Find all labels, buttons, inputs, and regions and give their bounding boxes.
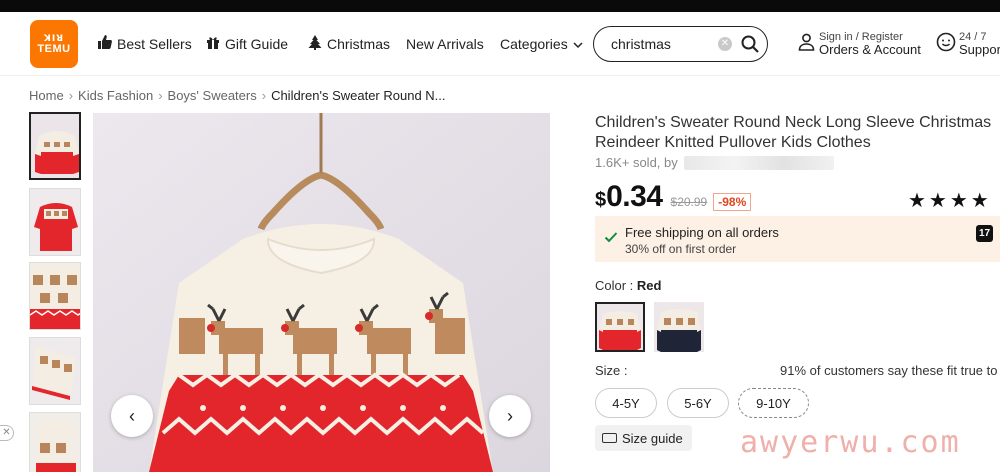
nav-christmas-label: Christmas (327, 36, 391, 52)
logo-mark: ꓘꓲꓤ (43, 33, 65, 43)
free-shipping-text: Free shipping on all orders (625, 225, 779, 240)
sold-count: 1.6K+ sold, by (595, 155, 1000, 170)
nav-christmas[interactable]: Christmas (308, 12, 390, 76)
color-swatch-red[interactable] (595, 302, 645, 352)
rating-stars[interactable]: ★★★★ (908, 188, 992, 213)
size-option-label: 4-5Y (612, 395, 640, 411)
color-selected-value: Red (636, 278, 662, 293)
color-swatch-navy[interactable] (654, 302, 704, 352)
breadcrumb-boys-sweaters[interactable]: Boys' Sweaters (168, 88, 257, 103)
breadcrumb-separator-icon: › (68, 88, 74, 103)
current-price: 0.34 (606, 180, 663, 213)
color-label: Color : Red (595, 278, 661, 293)
chevron-down-icon (573, 36, 583, 52)
temu-logo[interactable]: ꓘꓲꓤ TEMU (30, 20, 78, 68)
search-input[interactable]: christmas ✕ (593, 26, 768, 62)
countdown-badge: 17 (976, 225, 993, 242)
thumbnail-2[interactable] (29, 188, 81, 256)
chevron-right-icon: › (507, 405, 513, 426)
chevron-left-icon: ‹ (129, 405, 135, 426)
search-icon[interactable] (740, 34, 760, 54)
account-menu[interactable]: Sign in / Register Orders & Account (798, 32, 921, 57)
original-price: $20.99 (670, 195, 708, 209)
image-prev-button[interactable]: ‹ (111, 395, 153, 437)
account-orders-label: Orders & Account (819, 42, 921, 57)
shipping-banner: Free shipping on all orders 30% off on f… (595, 216, 1000, 262)
breadcrumb-home[interactable]: Home (29, 88, 64, 103)
thumbnail-1[interactable] (29, 112, 81, 180)
currency-symbol: $ (595, 189, 607, 211)
clear-search-icon[interactable]: ✕ (718, 37, 732, 51)
sold-count-label: 1.6K+ sold, by (595, 155, 678, 170)
close-side-panel-icon[interactable]: ✕ (0, 425, 14, 441)
breadcrumb-kids-fashion[interactable]: Kids Fashion (78, 88, 153, 103)
nav-new-arrivals-label: New Arrivals (406, 36, 484, 52)
nav-best-sellers[interactable]: Best Sellers (97, 12, 192, 76)
breadcrumb-current: Children's Sweater Round N... (271, 88, 446, 103)
support-icon (936, 32, 956, 57)
nav-gift-guide[interactable]: Gift Guide (206, 12, 288, 76)
size-option-9-10y[interactable]: 9-10Y (738, 388, 809, 418)
nav-new-arrivals[interactable]: New Arrivals (406, 12, 484, 76)
breadcrumb-separator-icon: › (261, 88, 267, 103)
fit-true-to-size-note: 91% of customers say these fit true to s… (780, 363, 1000, 378)
product-title-line-1: Children's Sweater Round Neck Long Sleev… (595, 114, 992, 131)
blurred-seller-name (683, 155, 834, 170)
user-icon (798, 33, 815, 56)
image-next-button[interactable]: › (489, 395, 531, 437)
size-option-label: 5-6Y (684, 395, 712, 411)
product-title-line-2: Reindeer Knitted Pullover Kids Clothes (595, 134, 871, 151)
price-row: $ 0.34 $20.99 -98% (595, 180, 752, 214)
main-product-image[interactable] (93, 113, 550, 472)
site-header: ꓘꓲꓤ TEMU Best Sellers Gift Guide Christm… (0, 12, 1000, 76)
christmas-tree-icon (308, 34, 322, 54)
first-order-discount-text: 30% off on first order (625, 242, 737, 256)
thumbs-up-icon (97, 35, 112, 53)
nav-categories[interactable]: Categories (500, 12, 583, 76)
breadcrumb-separator-icon: › (158, 88, 163, 103)
size-guide-button[interactable]: Size guide (595, 425, 692, 451)
top-black-bar (0, 0, 1000, 12)
nav-gift-guide-label: Gift Guide (225, 36, 289, 52)
nav-best-sellers-label: Best Sellers (117, 36, 192, 52)
size-option-label: 9-10Y (756, 395, 791, 411)
size-option-5-6y[interactable]: 5-6Y (667, 388, 729, 418)
nav-categories-label: Categories (500, 36, 568, 52)
logo-text: TEMU (37, 43, 71, 55)
support-menu[interactable]: 24 / 7 Support (936, 32, 1000, 57)
size-label: Size : (595, 363, 628, 378)
breadcrumb: Home › Kids Fashion › Boys' Sweaters › C… (29, 88, 446, 103)
product-info: Children's Sweater Round Neck Long Sleev… (595, 113, 1000, 170)
discount-badge: -98% (713, 193, 752, 211)
ruler-icon (602, 433, 617, 443)
color-label-prefix: Color : (595, 278, 637, 293)
size-option-4-5y[interactable]: 4-5Y (595, 388, 657, 418)
checkmark-icon (604, 230, 618, 244)
support-label: Support (959, 42, 1000, 57)
thumbnail-3[interactable] (29, 262, 81, 330)
watermark: awyerwu.com (740, 425, 961, 460)
thumbnail-5[interactable] (29, 412, 81, 472)
thumbnail-4[interactable] (29, 337, 81, 405)
size-guide-label: Size guide (622, 430, 683, 446)
search-query: christmas (611, 36, 671, 52)
gift-icon (206, 35, 220, 53)
